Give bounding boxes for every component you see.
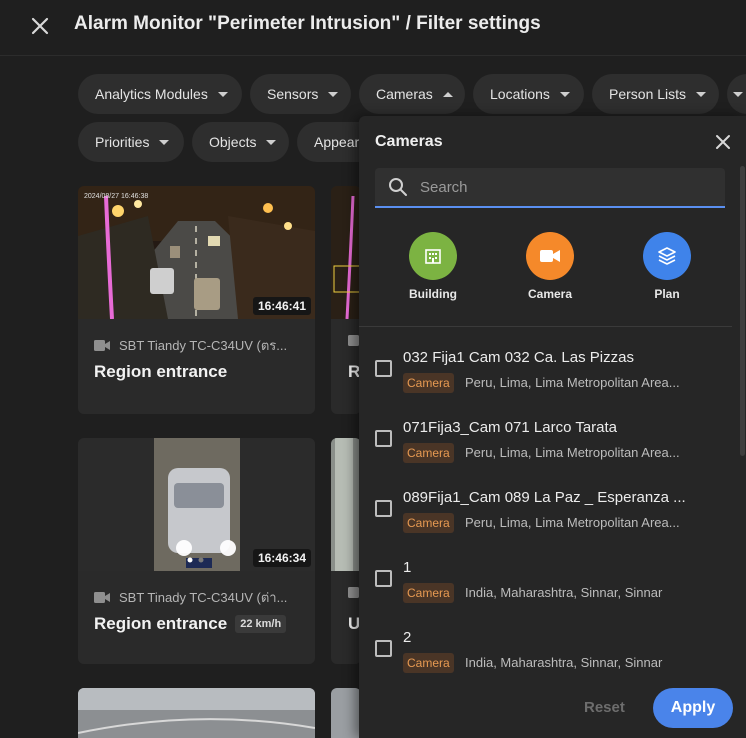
camera-item-location: India, Maharashtra, Sinnar, Sinnar bbox=[465, 655, 663, 670]
filter-chip-person-lists[interactable]: Person Lists bbox=[592, 74, 719, 114]
camera-item-name: 2 bbox=[403, 629, 412, 646]
filter-chip-objects[interactable]: Objects bbox=[192, 122, 289, 162]
search-icon bbox=[389, 178, 407, 196]
type-building-button[interactable]: Building bbox=[393, 232, 473, 301]
camera-item-location: Peru, Lima, Lima Metropolitan Area... bbox=[465, 515, 680, 530]
scrollbar[interactable] bbox=[740, 166, 745, 456]
camera-list-item[interactable]: 1 Camera India, Maharashtra, Sinnar, Sin… bbox=[359, 552, 732, 622]
checkbox[interactable] bbox=[375, 360, 392, 377]
layers-icon bbox=[643, 232, 691, 280]
reset-button[interactable]: Reset bbox=[584, 699, 625, 716]
camera-item-name: 089Fija1_Cam 089 La Paz _ Esperanza ... bbox=[403, 489, 686, 506]
camera-line: SBT Tiandy TC-C34UV (ตร... bbox=[94, 335, 287, 356]
camera-name: SBT Tiandy TC-C34UV (ตร... bbox=[119, 338, 288, 353]
event-card[interactable] bbox=[331, 688, 361, 738]
event-card[interactable]: 16:46:34 SBT Tinady TC-C34UV (ต่า... Reg… bbox=[78, 438, 315, 664]
filter-chip-cameras[interactable]: Cameras bbox=[359, 74, 465, 114]
chevron-down-icon bbox=[696, 91, 707, 97]
checkbox[interactable] bbox=[375, 570, 392, 587]
event-thumbnail: 16:46:34 bbox=[78, 438, 315, 571]
camera-list-item[interactable]: 032 Fija1 Cam 032 Ca. Las Pizzas Camera … bbox=[359, 342, 732, 412]
camera-item-location: India, Maharashtra, Sinnar, Sinnar bbox=[465, 585, 663, 600]
type-camera-button[interactable]: Camera bbox=[510, 232, 590, 301]
camera-item-name: 032 Fija1 Cam 032 Ca. Las Pizzas bbox=[403, 349, 634, 366]
header: Alarm Monitor "Perimeter Intrusion" / Fi… bbox=[0, 0, 746, 56]
checkbox[interactable] bbox=[375, 500, 392, 517]
apply-button[interactable]: Apply bbox=[653, 688, 733, 728]
chevron-down-icon bbox=[217, 91, 228, 97]
chevron-down-icon bbox=[266, 139, 277, 145]
type-badge: Camera bbox=[403, 443, 454, 463]
type-badge: Camera bbox=[403, 373, 454, 393]
type-label: Plan bbox=[654, 287, 680, 301]
camera-list-item[interactable]: 2 Camera India, Maharashtra, Sinnar, Sin… bbox=[359, 622, 732, 692]
event-label: Region entrance bbox=[94, 362, 228, 381]
event-thumbnail bbox=[331, 688, 361, 738]
chip-label: Priorities bbox=[95, 134, 150, 150]
chip-label: Cameras bbox=[376, 86, 433, 102]
chip-label: Locations bbox=[490, 86, 550, 102]
event-time: 16:46:34 bbox=[252, 549, 311, 567]
chevron-down-icon bbox=[733, 91, 743, 97]
chevron-down-icon bbox=[328, 91, 339, 97]
chip-label: Sensors bbox=[267, 86, 319, 102]
camera-item-name: 071Fija3_Cam 071 Larco Tarata bbox=[403, 419, 618, 436]
chevron-down-icon bbox=[159, 139, 170, 145]
chip-label: Analytics Modules bbox=[95, 86, 208, 102]
event-card[interactable]: R bbox=[331, 186, 361, 414]
camera-list-item[interactable]: 089Fija1_Cam 089 La Paz _ Esperanza ... … bbox=[359, 482, 732, 552]
event-thumbnail bbox=[331, 438, 361, 571]
event-card[interactable] bbox=[78, 688, 315, 738]
close-icon[interactable] bbox=[713, 132, 733, 152]
page-title: Alarm Monitor "Perimeter Intrusion" / Fi… bbox=[74, 13, 541, 34]
search-field[interactable] bbox=[375, 168, 725, 208]
chevron-up-icon bbox=[442, 91, 453, 97]
filter-chip-analytics-modules[interactable]: Analytics Modules bbox=[78, 74, 242, 114]
video-camera-icon bbox=[94, 592, 110, 603]
camera-line: SBT Tinady TC-C34UV (ต่า... bbox=[94, 587, 287, 608]
camera-item-location: Peru, Lima, Lima Metropolitan Area... bbox=[465, 375, 680, 390]
checkbox[interactable] bbox=[375, 640, 392, 657]
type-badge: Camera bbox=[403, 513, 454, 533]
chip-label: Appear bbox=[314, 134, 360, 150]
event-thumbnail: 2024/08/27 16:46:38 16:46:41 bbox=[78, 186, 315, 319]
type-badge: Camera bbox=[403, 653, 454, 673]
filter-chip-locations[interactable]: Locations bbox=[473, 74, 584, 114]
event-type: Region entrance bbox=[94, 362, 227, 382]
building-icon bbox=[409, 232, 457, 280]
event-label: Region entrance bbox=[94, 614, 228, 633]
chevron-down-icon bbox=[559, 91, 570, 97]
checkbox[interactable] bbox=[375, 430, 392, 447]
video-camera-icon bbox=[94, 340, 110, 351]
chip-label: Objects bbox=[209, 134, 257, 150]
camera-list-item[interactable]: 071Fija3_Cam 071 Larco Tarata Camera Per… bbox=[359, 412, 732, 482]
event-type: Region entrance 22 km/h bbox=[94, 614, 287, 634]
camera-item-location: Peru, Lima, Lima Metropolitan Area... bbox=[465, 445, 680, 460]
chip-label: Person Lists bbox=[609, 86, 687, 102]
event-card[interactable]: 2024/08/27 16:46:38 16:46:41 SBT Tiandy … bbox=[78, 186, 315, 414]
event-thumbnail bbox=[331, 186, 361, 319]
cameras-filter-panel: Cameras Building Camera Plan 032 Fija1 C… bbox=[359, 116, 746, 738]
type-badge: Camera bbox=[403, 583, 454, 603]
search-input[interactable] bbox=[420, 178, 700, 196]
camera-item-name: 1 bbox=[403, 559, 412, 576]
filter-chip-sensors[interactable]: Sensors bbox=[250, 74, 351, 114]
event-time: 16:46:41 bbox=[252, 297, 311, 315]
divider bbox=[359, 326, 732, 327]
filter-chip-more[interactable] bbox=[727, 74, 746, 114]
svg-text:2024/08/27 16:46:38: 2024/08/27 16:46:38 bbox=[84, 193, 148, 200]
event-card[interactable]: U bbox=[331, 438, 361, 664]
type-plan-button[interactable]: Plan bbox=[627, 232, 707, 301]
event-thumbnail bbox=[78, 688, 315, 738]
camera-icon bbox=[526, 232, 574, 280]
type-label: Building bbox=[409, 287, 457, 301]
type-label: Camera bbox=[527, 287, 573, 301]
filter-chip-priorities[interactable]: Priorities bbox=[78, 122, 184, 162]
panel-title: Cameras bbox=[375, 133, 443, 150]
close-icon[interactable] bbox=[26, 12, 54, 40]
speed-badge: 22 km/h bbox=[235, 615, 287, 633]
camera-name: SBT Tinady TC-C34UV (ต่า... bbox=[119, 590, 288, 605]
